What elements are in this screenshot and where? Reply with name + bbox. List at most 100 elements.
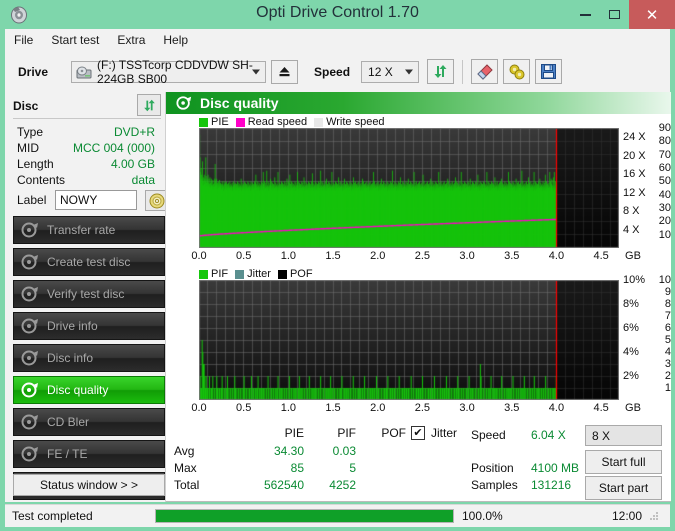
disc-info-length: Length 4.00 GB [17,157,161,174]
stats-divider [166,501,671,502]
y2-axis-tick: 16 X [623,168,646,181]
jitter-checkbox[interactable]: ✔ [411,426,425,440]
erase-button[interactable] [471,59,499,84]
x-axis-tick: 4.0 [548,250,565,262]
disc-info-length-label: Length [17,157,54,171]
stats-pie-total: 562540 [263,478,304,492]
minimize-button[interactable] [572,0,598,29]
disc-refresh-button[interactable] [137,94,161,116]
stats-pie-avg: 34.30 [273,444,304,458]
app-window: Opti Drive Control 1.70 ✕ File Start tes… [0,0,675,531]
sidebar-item-fe-te[interactable]: FE / TE [13,440,165,468]
y-axis-tick: 6 [664,322,671,334]
speed-select[interactable]: 12 X [361,60,420,83]
x-axis-tick: 1.5 [325,250,341,262]
legend-item-pie: PIE [199,116,229,128]
x-axis-unit: GB [625,402,641,414]
x-axis-tick: 1.0 [280,402,297,414]
y-axis-tick: 10 [658,274,671,286]
legend-label-write-speed: Write speed [326,116,385,128]
stats-row-total: Total [174,478,200,492]
sidebar-item-disc-info[interactable]: Disc info [13,344,165,372]
sidebar-item-label: Drive info [47,319,98,333]
y-axis-tick: 1 [664,382,671,394]
sidebar-item-cd-bler[interactable]: CD Bler [13,408,165,436]
legend-label-read-speed: Read speed [247,116,308,128]
y2-axis-tick: 4% [623,346,639,358]
y2-axis-tick: 10% [623,274,646,286]
x-axis-tick: 0.5 [236,250,252,262]
y2-axis-tick: 8% [623,298,639,310]
progress-bar [155,509,454,523]
sidebar-item-label: Verify test disc [47,287,125,301]
menu-file[interactable]: File [5,31,42,49]
x-axis-unit: GB [625,250,641,262]
y2-axis-tick: 2% [623,370,639,382]
refresh-icon [434,65,447,78]
disc-info-mid: MID MCC 004 (000) [17,141,161,158]
menu-help[interactable]: Help [154,31,197,49]
disc-label-input[interactable] [55,190,137,210]
disc-quality-icon [176,95,192,111]
x-axis-tick: 0.5 [236,402,252,414]
start-full-button[interactable]: Start full [585,450,662,474]
maximize-button[interactable] [601,0,627,29]
disc-panel-divider [13,118,161,119]
resize-grip[interactable] [648,510,660,522]
x-axis-tick: 2.5 [414,402,431,414]
sidebar-item-drive-info[interactable]: Drive info [13,312,165,340]
y-axis-tick: 30 [658,202,671,214]
eject-button[interactable] [271,59,299,84]
x-axis-tick: 4.0 [548,402,565,414]
menu-start-test[interactable]: Start test [42,31,108,49]
sidebar-item-label: Disc quality [47,383,109,397]
settings-button[interactable] [503,59,531,84]
sidebar-item-label: CD Bler [47,415,90,429]
status-message: Test completed [12,509,93,523]
disc-info-contents-label: Contents [17,173,66,187]
sidebar-nav: Transfer rate Create test disc Verify te… [13,216,165,504]
close-button[interactable]: ✕ [629,0,675,29]
sidebar-item-label: Disc info [47,351,94,365]
sidebar-item-transfer-rate[interactable]: Transfer rate [13,216,165,244]
sidebar-item-verify-test-disc[interactable]: Verify test disc [13,280,165,308]
disc-icon [21,413,39,431]
test-speed-select[interactable]: 8 X [585,425,662,446]
stats-header-pie: PIE [284,426,304,440]
disc-icon [21,317,39,335]
panel-title: Disc quality [200,95,279,111]
position-stat-label: Position [471,461,514,475]
y-axis-tick: 5 [664,334,671,346]
refresh-button[interactable] [427,59,455,84]
drive-select[interactable]: (F:) TSSTcorp CDDVDW SH-224GB SB00 [71,58,267,86]
x-axis-tick: 2.0 [370,250,386,262]
x-axis-tick: 4.5 [593,250,609,262]
legend-label-pof: POF [289,268,313,280]
save-button[interactable] [535,59,563,84]
disc-icon [21,253,39,271]
status-window-button[interactable]: Status window > > [13,474,165,496]
sidebar-item-label: FE / TE [47,447,88,461]
menu-extra[interactable]: Extra [108,31,154,49]
disc-icon [21,349,39,367]
client-area: Disc Type DVD+R MID MCC 004 (000) Length [5,92,671,504]
x-axis-tick: 3.5 [504,402,520,414]
jitter-label: Jitter [431,426,458,440]
speed-select-value: 12 X [368,64,393,79]
disc-quality-panel: Disc quality PIE Read speed Write speed … [165,92,671,502]
sidebar-item-disc-quality[interactable]: Disc quality [13,376,165,404]
x-axis-tick: 0.0 [191,402,207,414]
x-axis-tick: 2.0 [370,402,386,414]
pif-chart-legend: PIF Jitter POF [199,268,320,280]
disc-panel-title: Disc [13,99,39,113]
panel-header: Disc quality [166,92,671,114]
close-icon: ✕ [645,6,659,24]
stats-pif-total: 4252 [329,478,356,492]
x-axis-tick: 0.0 [191,250,207,262]
disc-label-row: Label [17,190,169,212]
sidebar-item-create-test-disc[interactable]: Create test disc [13,248,165,276]
sidebar-item-label: Transfer rate [47,223,116,237]
stats-pif-avg: 0.03 [332,444,356,458]
stats-header-pif: PIF [337,426,356,440]
start-part-button[interactable]: Start part [585,476,662,500]
